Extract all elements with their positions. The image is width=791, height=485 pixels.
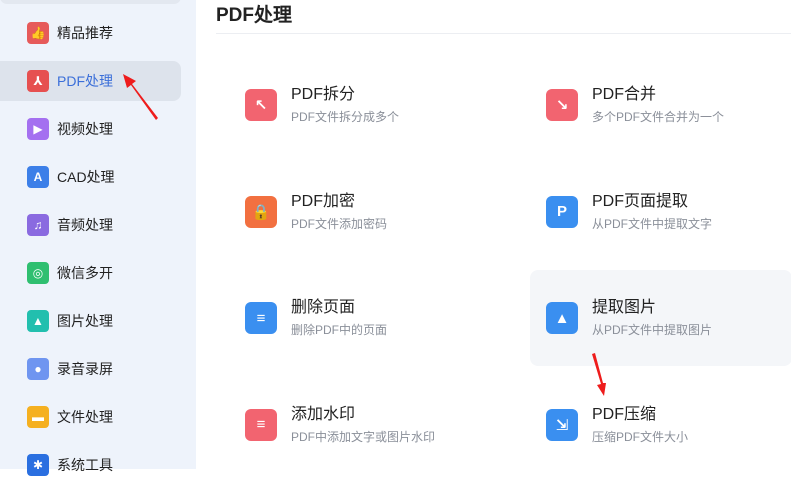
image-icon: ▲ [27, 310, 49, 332]
sidebar-item-label: 视频处理 [57, 121, 113, 137]
sidebar-item-cad[interactable]: A CAD处理 [0, 157, 181, 197]
sidebar-item-label: 精品推荐 [57, 25, 113, 41]
tool-card-merge[interactable]: ↘ PDF合并多个PDF文件合并为一个 [530, 57, 791, 153]
sidebar-item-label: CAD处理 [57, 169, 115, 185]
tool-description: PDF文件拆分成多个 [291, 110, 400, 124]
tool-title: PDF页面提取 [592, 192, 689, 210]
sidebar-item-thumbs-up[interactable]: 👍 精品推荐 [0, 13, 181, 53]
tool-card-lock[interactable]: 🔒 PDF加密 PDF文件添加密码 [229, 164, 491, 260]
gear-icon: ✱ [27, 454, 49, 476]
sidebar-item-image[interactable]: ▲ 图片处理 [0, 301, 181, 341]
split-icon: ↖ [245, 89, 277, 121]
page-extract-icon: P [546, 195, 578, 228]
sidebar-item-gear[interactable]: ✱ 系统工具 [0, 445, 181, 485]
sidebar-item-top[interactable] [0, 0, 181, 4]
tool-card-image-extract[interactable]: ▲ 提取图片从PDF文件中提取图片 [530, 270, 791, 366]
tool-description: 从PDF文件中提取文字 [592, 216, 713, 231]
lock-icon: 🔒 [245, 195, 277, 228]
sidebar-item-folder[interactable]: ▬ 文件处理 [0, 397, 181, 437]
tool-card-split[interactable]: ↖ PDF拆分 PDF文件拆分成多个 [229, 57, 491, 153]
compress-icon: ⇲ [546, 408, 578, 441]
tool-title: PDF加密 [291, 192, 356, 210]
tool-title: PDF压缩 [592, 405, 657, 423]
tool-card-delete-page[interactable]: ≡ 删除页面删除PDF中的页面 [229, 270, 491, 366]
divider [216, 33, 791, 34]
sidebar-item-label: 音频处理 [57, 217, 113, 233]
pdf-icon: ⅄ [27, 70, 49, 92]
tool-title: 提取图片 [592, 299, 657, 316]
image-extract-icon: ▲ [546, 302, 578, 334]
tool-title: 删除页面 [291, 299, 356, 316]
tool-description: 从PDF文件中提取图片 [592, 323, 713, 337]
sidebar-item-label: PDF处理 [57, 73, 113, 89]
tool-description: 压缩PDF文件大小 [592, 429, 689, 444]
sidebar-item-label: 图片处理 [57, 313, 113, 329]
tool-description: 多个PDF文件合并为一个 [592, 110, 725, 124]
sidebar-item-wechat[interactable]: ◎ 微信多开 [0, 253, 181, 293]
tool-description: 删除PDF中的页面 [291, 323, 388, 337]
tool-card-compress[interactable]: ⇲ PDF压缩压缩PDF文件大小 [530, 377, 791, 473]
sidebar-item-label: 系统工具 [57, 457, 113, 473]
sidebar: 👍 精品推荐 ⅄ PDF处理 ▶ 视频处理 A CAD处理 ♫ 音频处理 ◎ 微信多开 ▲ 图片处理 ● 录音… [0, 0, 196, 476]
sidebar-item-pdf[interactable]: ⅄ PDF处理 [0, 61, 181, 101]
tool-description: PDF中添加文字或图片水印 [291, 429, 436, 444]
cad-icon: A [27, 166, 49, 188]
wechat-icon: ◎ [27, 262, 49, 284]
thumbs-up-icon: 👍 [27, 22, 49, 44]
music-icon: ♫ [27, 214, 49, 236]
delete-page-icon: ≡ [245, 302, 277, 334]
main-panel: PDF处理 ↖ PDF拆分 PDF文件拆分成多个 ↘ PDF合并多个PDF文件合并为一个… [196, 0, 791, 469]
play-icon: ▶ [27, 118, 49, 140]
tool-title: PDF合并 [592, 86, 657, 103]
merge-icon: ↘ [546, 89, 578, 121]
watermark-icon: ≡ [245, 408, 277, 441]
sidebar-item-label: 微信多开 [57, 265, 113, 281]
tool-card-watermark[interactable]: ≡ 添加水印 PDF中添加文字或图片水印 [229, 377, 491, 473]
tool-title: 添加水印 [291, 405, 356, 423]
tool-title: PDF拆分 [291, 86, 356, 103]
sidebar-item-play[interactable]: ▶ 视频处理 [0, 109, 181, 149]
sidebar-item-music[interactable]: ♫ 音频处理 [0, 205, 181, 245]
tool-card-page-extract[interactable]: P PDF页面提取从PDF文件中提取文字 [530, 164, 791, 260]
page-title: PDF处理 [216, 5, 293, 26]
sidebar-item-label: 录音录屏 [57, 361, 113, 377]
sidebar-item-microphone[interactable]: ● 录音录屏 [0, 349, 181, 389]
microphone-icon: ● [27, 358, 49, 380]
sidebar-item-label: 文件处理 [57, 409, 113, 425]
folder-icon: ▬ [27, 406, 49, 428]
tool-description: PDF文件添加密码 [291, 216, 388, 231]
